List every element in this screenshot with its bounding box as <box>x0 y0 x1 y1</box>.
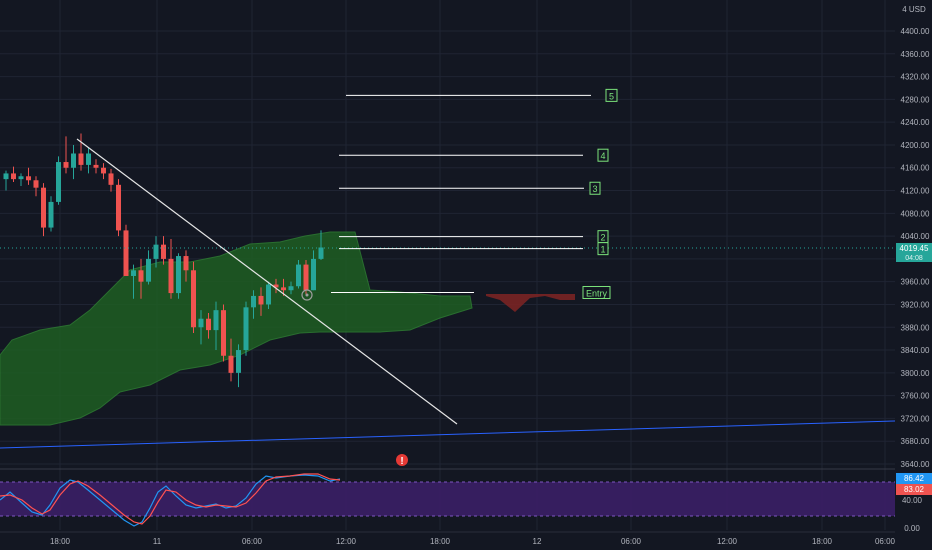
time-tick-label: 11 <box>153 537 162 546</box>
candle-body <box>26 176 31 181</box>
candle-body <box>258 295 264 305</box>
candle-body <box>116 184 121 231</box>
candle-body <box>183 256 189 271</box>
time-axis[interactable]: 18:00 11 06:00 12:00 18:00 12 06:00 12:00 18:00 0… <box>0 531 896 550</box>
stoch-tick-label: 0.00 <box>904 524 920 533</box>
candle-body <box>296 264 301 287</box>
candle-body <box>243 307 249 351</box>
candle[interactable] <box>116 179 121 237</box>
price-tick-label: 3640.00 <box>901 460 930 469</box>
candle-body <box>41 187 46 228</box>
candle-body <box>311 258 316 291</box>
candle[interactable] <box>221 304 226 362</box>
candle[interactable] <box>123 224 129 276</box>
time-tick-label: 12:00 <box>336 537 357 546</box>
target-label: 1 <box>600 245 605 255</box>
stoch-d-value: 83.02 <box>904 485 925 494</box>
candle-body <box>251 295 256 308</box>
candle-body <box>11 173 16 180</box>
price-tick-label: 4320.00 <box>901 73 930 82</box>
currency-label: 4 USD <box>902 5 926 14</box>
candle-body <box>318 247 324 259</box>
target-label: 4 <box>600 151 605 161</box>
price-tick-label: 3960.00 <box>901 278 930 287</box>
stoch-k-value: 86.42 <box>904 474 925 483</box>
price-tick-label: 4360.00 <box>901 50 930 59</box>
price-tick-label: 4080.00 <box>901 209 930 218</box>
candle-body <box>213 310 219 331</box>
price-tick-label: 4120.00 <box>901 187 930 196</box>
candle-body <box>48 201 54 228</box>
candle-body <box>198 318 204 328</box>
candle-body <box>78 153 84 165</box>
candle[interactable] <box>176 253 181 299</box>
candle[interactable] <box>303 260 309 295</box>
stoch-band <box>0 482 895 516</box>
price-tick-label: 3920.00 <box>901 300 930 309</box>
candle-body <box>236 350 241 373</box>
candle-body <box>101 167 106 174</box>
candle-body <box>93 164 99 168</box>
candle-body <box>138 270 144 282</box>
price-tick-label: 4200.00 <box>901 141 930 150</box>
price-tick-label: 4280.00 <box>901 95 930 104</box>
candle-body <box>176 256 181 294</box>
target-label: 2 <box>600 233 605 243</box>
candle-body <box>71 153 76 168</box>
candle-body <box>221 310 226 356</box>
candle-body <box>18 176 24 180</box>
candle-body <box>281 287 286 291</box>
price-tick-label: 3840.00 <box>901 346 930 355</box>
candle-body <box>3 173 9 180</box>
candle-body <box>266 284 271 305</box>
candle-body <box>146 258 151 282</box>
price-tick-label: 3680.00 <box>901 437 930 446</box>
candle-body <box>56 162 61 202</box>
price-tick-label: 3880.00 <box>901 323 930 332</box>
price-tick-label: 3720.00 <box>901 414 930 423</box>
candle-body <box>86 153 91 165</box>
countdown-timer: 04:08 <box>905 255 923 262</box>
time-tick-label: 18:00 <box>50 537 71 546</box>
price-axis[interactable]: 4 USD 4400.00 4360.00 4320.00 4280.00 4240.00… <box>895 0 932 550</box>
target-label: Entry <box>586 289 608 299</box>
candle-body <box>153 244 159 259</box>
price-tick-label: 3760.00 <box>901 392 930 401</box>
candle-body <box>288 286 294 291</box>
trading-chart[interactable]: 54321Entry ! 4 USD4400.004360.004320.004… <box>0 0 932 550</box>
price-tick-label: 4400.00 <box>901 27 930 36</box>
candle-body <box>206 318 211 331</box>
target-label: 5 <box>609 91 614 101</box>
candle-body <box>63 162 69 168</box>
time-tick-label: 06:00 <box>621 537 642 546</box>
svg-text:!: ! <box>400 456 403 467</box>
time-tick-label: 06:00 <box>875 537 896 546</box>
price-tick-label: 4040.00 <box>901 232 930 241</box>
current-price-value: 4019.45 <box>900 244 929 253</box>
time-tick-label: 12:00 <box>717 537 738 546</box>
price-tick-label: 4160.00 <box>901 164 930 173</box>
stoch-tick-label: 40.00 <box>902 496 923 505</box>
time-tick-label: 12 <box>533 537 542 546</box>
candle[interactable] <box>56 156 61 205</box>
target-label: 3 <box>592 184 597 194</box>
time-tick-label: 18:00 <box>430 537 451 546</box>
candle-body <box>161 244 166 259</box>
candle-body <box>303 264 309 291</box>
time-tick-label: 18:00 <box>812 537 833 546</box>
candle-body <box>168 258 174 294</box>
candle-body <box>191 270 196 328</box>
candle-body <box>123 230 129 276</box>
candle-body <box>108 173 114 185</box>
price-tick-label: 4240.00 <box>901 118 930 127</box>
candle-body <box>228 355 234 373</box>
price-tick-label: 3800.00 <box>901 369 930 378</box>
candle[interactable] <box>243 301 249 356</box>
candle-body <box>131 270 136 276</box>
candle[interactable] <box>191 261 196 333</box>
time-tick-label: 06:00 <box>242 537 263 546</box>
candle-body <box>33 180 39 188</box>
